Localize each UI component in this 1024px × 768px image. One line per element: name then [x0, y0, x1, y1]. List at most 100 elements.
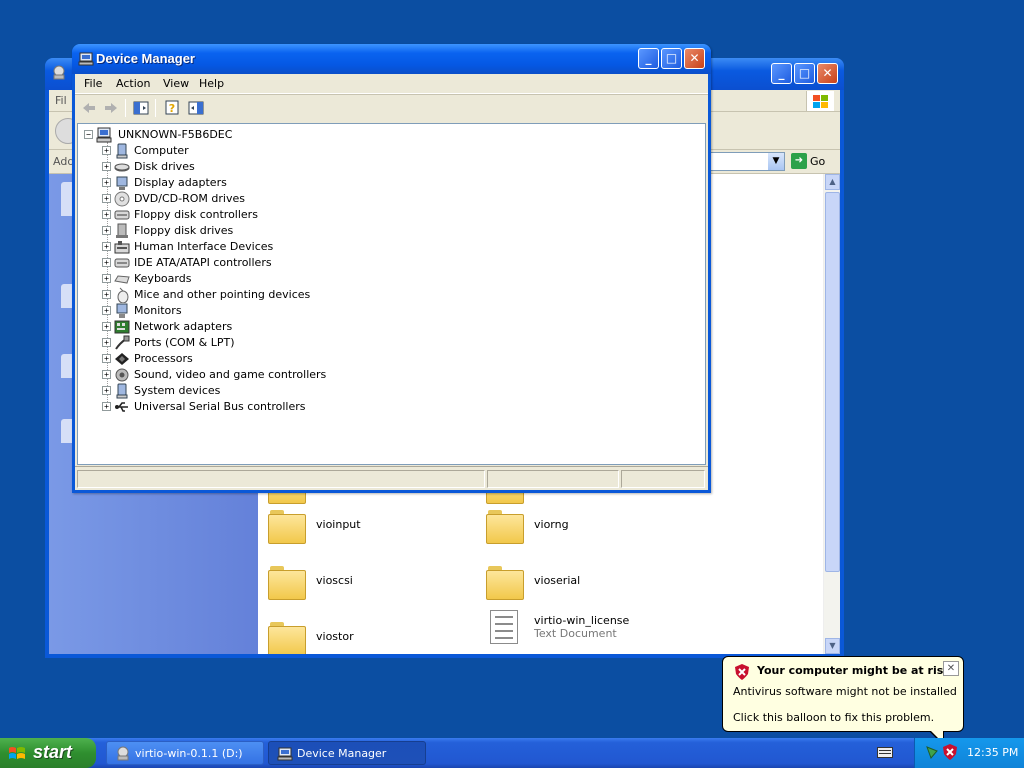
taskbar-button-label: virtio-win-0.1.1 (D:) — [135, 747, 243, 760]
expand-icon[interactable]: + — [102, 338, 111, 347]
window-title: Device Manager — [96, 51, 195, 66]
expand-icon[interactable]: + — [102, 258, 111, 267]
tree-node-label: Floppy disk drives — [134, 224, 234, 237]
expand-icon[interactable]: + — [102, 178, 111, 187]
expand-icon[interactable]: + — [102, 290, 111, 299]
device-manager-client: File Action View Help ? − UNKNOWN-F5B6DE… — [75, 74, 708, 490]
computer-icon — [96, 127, 112, 143]
tree-node-label: Monitors — [134, 304, 182, 317]
toolbar: ? — [75, 94, 708, 120]
disk-drive-icon — [114, 163, 130, 172]
processor-icon — [115, 353, 129, 365]
forward-arrow-icon[interactable] — [102, 99, 120, 117]
expand-icon[interactable]: + — [102, 162, 111, 171]
expand-icon[interactable]: + — [102, 402, 111, 411]
back-arrow-icon[interactable] — [80, 99, 98, 117]
menu-view[interactable]: View — [163, 77, 189, 90]
tree-node-label: Computer — [134, 144, 189, 157]
explorer-minimize-button[interactable]: _ — [771, 63, 792, 84]
start-label: start — [33, 742, 73, 762]
file-name: vioinput — [316, 518, 361, 531]
device-manager-window[interactable]: Device Manager _ □ ✕ File Action View He… — [72, 44, 711, 493]
text-document-icon — [490, 610, 518, 644]
scroll-up-icon[interactable]: ▲ — [825, 174, 840, 190]
show-hide-console-tree-icon[interactable] — [132, 99, 150, 117]
drive-icon — [53, 65, 65, 80]
windows-flag-icon — [9, 747, 25, 759]
tree-node-label: Floppy disk controllers — [134, 208, 258, 221]
maximize-button[interactable]: □ — [661, 48, 682, 69]
chevron-down-icon[interactable]: ▼ — [768, 153, 784, 170]
expand-icon[interactable]: + — [102, 306, 111, 315]
close-button[interactable]: ✕ — [684, 48, 705, 69]
keyboard-icon — [114, 275, 130, 284]
taskbar: start virtio-win-0.1.1 (D:) Device Manag… — [0, 738, 1024, 768]
explorer-close-button[interactable]: ✕ — [817, 63, 838, 84]
taskbar-button-explorer[interactable]: virtio-win-0.1.1 (D:) — [106, 741, 264, 765]
tree-node-label: Mice and other pointing devices — [134, 288, 311, 301]
menu-file[interactable]: File — [84, 77, 102, 90]
expand-icon[interactable]: + — [102, 194, 111, 203]
status-bar — [75, 466, 708, 490]
scroll-down-icon[interactable]: ▼ — [825, 638, 840, 654]
device-manager-titlebar[interactable]: Device Manager _ □ ✕ — [72, 44, 711, 74]
tree-node-label: Sound, video and game controllers — [134, 368, 327, 381]
status-pane — [77, 470, 485, 488]
security-balloon[interactable]: Your computer might be at risk ✕ Antivir… — [722, 656, 964, 746]
controller-icon — [114, 210, 130, 220]
balloon-close-icon[interactable]: ✕ — [943, 661, 959, 676]
keyboard-language-icon[interactable] — [877, 747, 893, 758]
folder-icon — [486, 566, 524, 600]
properties-help-icon[interactable]: ? — [164, 99, 182, 117]
tree-node-label: Display adapters — [134, 176, 227, 189]
tree-node-label: Processors — [134, 352, 193, 365]
computer-icon — [116, 143, 128, 159]
go-button[interactable]: ➜ Go — [791, 153, 837, 171]
folder-icon — [268, 510, 306, 544]
expand-icon[interactable]: + — [102, 322, 111, 331]
controller-icon — [114, 258, 130, 268]
expand-icon[interactable]: + — [102, 226, 111, 235]
expand-icon[interactable]: + — [102, 146, 111, 155]
usb-icon — [115, 402, 128, 412]
expand-icon[interactable]: + — [102, 386, 111, 395]
menubar: File Action View Help — [75, 74, 708, 94]
tree-node-label: Ports (COM & LPT) — [134, 336, 235, 349]
tree-node-label: Human Interface Devices — [134, 240, 274, 253]
system-device-icon — [116, 383, 128, 399]
windows-logo-icon — [806, 91, 834, 111]
minimize-button[interactable]: _ — [638, 48, 659, 69]
file-name: viostor — [316, 630, 354, 643]
menu-action[interactable]: Action — [116, 77, 150, 90]
explorer-menu-file[interactable]: Fil — [55, 94, 67, 107]
cdrom-icon — [114, 191, 130, 207]
port-icon — [115, 335, 130, 350]
device-tree[interactable]: − UNKNOWN-F5B6DEC + Computer + Disk driv… — [77, 123, 706, 465]
start-button[interactable]: start — [0, 738, 96, 768]
network-tray-icon[interactable] — [925, 745, 939, 760]
tree-root-label: UNKNOWN-F5B6DEC — [118, 128, 233, 141]
tree-node-label: IDE ATA/ATAPI controllers — [134, 256, 272, 269]
expand-icon[interactable]: + — [102, 242, 111, 251]
monitor-icon — [116, 303, 128, 318]
collapse-icon[interactable]: − — [84, 130, 93, 139]
expand-icon[interactable]: + — [102, 210, 111, 219]
tree-node-label: System devices — [134, 384, 221, 397]
sound-icon — [115, 368, 129, 382]
explorer-maximize-button[interactable]: □ — [794, 63, 815, 84]
drive-icon — [117, 746, 129, 761]
taskbar-button-label: Device Manager — [297, 747, 387, 760]
expand-icon[interactable]: + — [102, 354, 111, 363]
device-manager-icon — [78, 52, 94, 66]
show-hide-action-pane-icon[interactable] — [187, 99, 205, 117]
tree-node-label: Disk drives — [134, 160, 195, 173]
explorer-scrollbar[interactable]: ▲ ▼ — [823, 174, 840, 654]
expand-icon[interactable]: + — [102, 370, 111, 379]
security-shield-tray-icon[interactable] — [943, 744, 957, 760]
hid-icon — [114, 241, 130, 254]
menu-help[interactable]: Help — [199, 77, 224, 90]
expand-icon[interactable]: + — [102, 274, 111, 283]
toolbar-separator — [125, 99, 126, 117]
scroll-thumb[interactable] — [825, 192, 840, 572]
taskbar-button-device-manager[interactable]: Device Manager — [268, 741, 426, 765]
